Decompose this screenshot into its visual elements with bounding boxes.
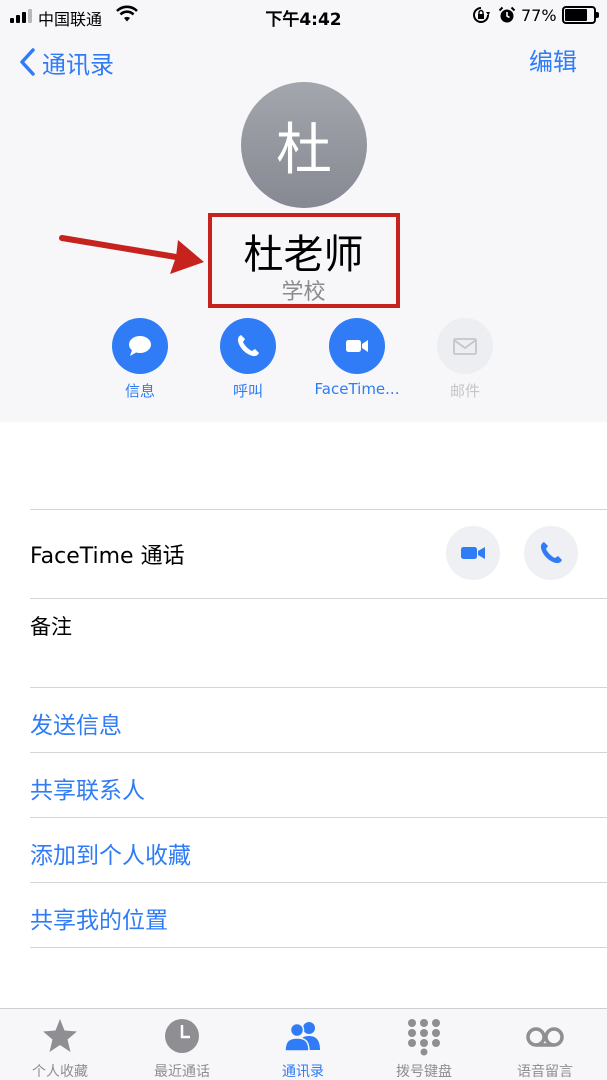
tab-label: 最近通话 <box>154 1064 210 1080</box>
battery-percentage: 77% <box>521 6 557 25</box>
chevron-left-icon <box>20 48 35 76</box>
call-action-button[interactable]: 呼叫 <box>193 318 303 401</box>
star-icon <box>43 1019 77 1052</box>
phone-icon <box>540 542 562 564</box>
avatar: 杜 <box>241 82 367 208</box>
tab-recents[interactable]: 最近通话 <box>132 1008 232 1080</box>
notes-label: 备注 <box>30 615 72 639</box>
tab-contacts[interactable]: 通讯录 <box>253 1008 353 1080</box>
contacts-icon <box>284 1022 320 1052</box>
send-message-link[interactable]: 发送信息 <box>30 706 122 740</box>
video-icon <box>346 340 368 352</box>
contact-organization: 学校 <box>281 280 326 305</box>
mail-action-button: 邮件 <box>410 318 520 401</box>
share-contact-link[interactable]: 共享联系人 <box>30 771 145 805</box>
mail-action-label: 邮件 <box>449 382 480 400</box>
tab-label: 个人收藏 <box>32 1064 88 1080</box>
divider <box>30 752 607 753</box>
facetime-video-button[interactable] <box>446 526 500 580</box>
tab-voicemail[interactable]: 语音留言 <box>495 1008 595 1080</box>
divider <box>30 509 607 510</box>
alarm-icon <box>498 6 516 23</box>
facetime-audio-button[interactable] <box>524 526 578 580</box>
status-bar: 中国联通 下午4:42 77% <box>0 0 607 32</box>
message-action-button[interactable]: 信息 <box>85 318 195 401</box>
tab-label: 通讯录 <box>282 1064 324 1080</box>
tab-label: 语音留言 <box>517 1064 573 1080</box>
mail-icon <box>453 338 477 355</box>
facetime-action-label: FaceTime... <box>314 380 400 398</box>
phone-icon <box>237 335 259 357</box>
clock-icon <box>165 1019 199 1053</box>
back-button[interactable]: 通讯录 <box>18 44 114 80</box>
voicemail-icon <box>526 1027 564 1047</box>
tab-favorites[interactable]: 个人收藏 <box>10 1008 110 1080</box>
add-to-favorites-link[interactable]: 添加到个人收藏 <box>30 836 191 870</box>
facetime-action-button[interactable]: FaceTime... <box>302 318 412 398</box>
rotation-lock-icon <box>473 7 490 23</box>
contact-name: 杜老师 <box>243 232 364 278</box>
facetime-row-label: FaceTime 通话 <box>30 544 185 569</box>
call-action-label: 呼叫 <box>232 382 263 400</box>
divider <box>30 598 607 599</box>
divider <box>30 947 607 948</box>
divider <box>30 687 607 688</box>
message-icon <box>129 336 151 356</box>
edit-button[interactable]: 编辑 <box>529 44 577 80</box>
tab-keypad[interactable]: 拨号键盘 <box>374 1008 474 1080</box>
keypad-icon <box>408 1019 440 1056</box>
message-action-label: 信息 <box>124 382 155 400</box>
divider <box>30 882 607 883</box>
battery-icon <box>562 6 599 24</box>
back-button-label: 通讯录 <box>42 50 114 79</box>
share-location-link[interactable]: 共享我的位置 <box>30 901 168 935</box>
divider <box>30 817 607 818</box>
video-icon <box>461 547 485 559</box>
tab-label: 拨号键盘 <box>396 1064 452 1080</box>
